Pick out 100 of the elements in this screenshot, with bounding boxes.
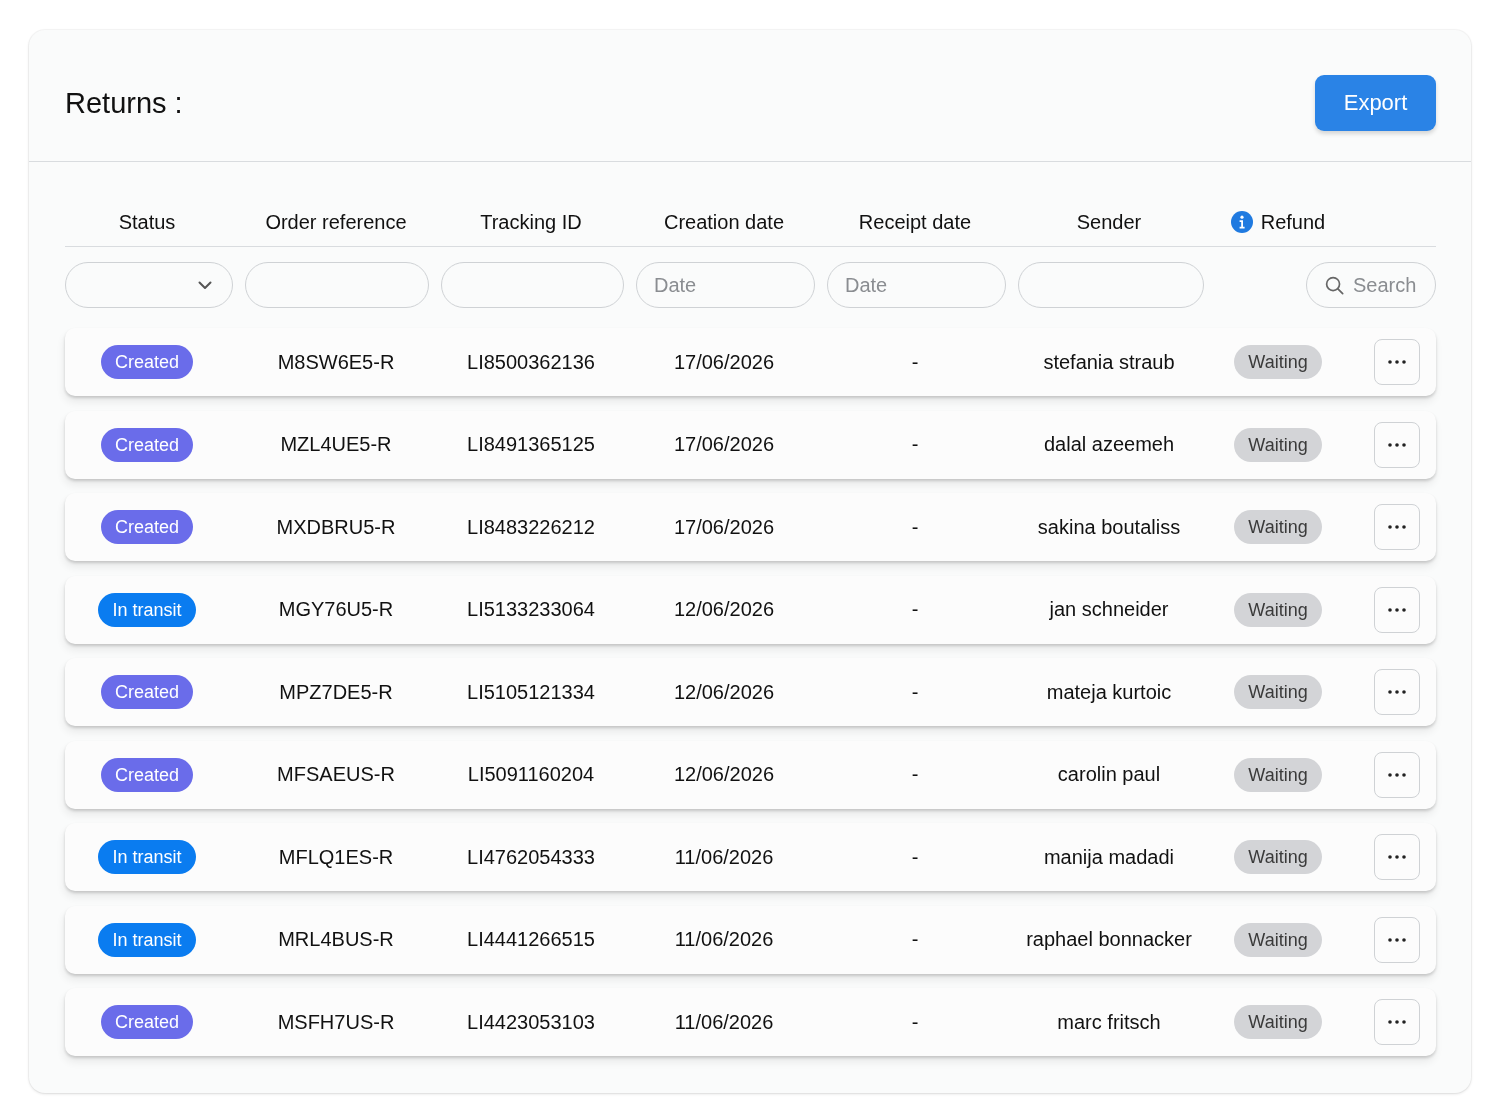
refund-badge: Waiting [1234,840,1322,874]
status-badge: Created [100,345,193,379]
tracking-id: LI4423053103 [467,1010,595,1034]
creation-date: 12/06/2026 [673,763,775,786]
receipt-date: - [911,598,919,621]
refund-badge: Waiting [1234,922,1322,957]
column-header: Status [118,210,176,234]
more-actions-button[interactable] [1374,339,1420,385]
search-icon [1325,276,1344,295]
order-reference: MXDBRU5-R [276,515,396,539]
order-reference: M8SW6E5-R [277,350,395,374]
tracking-id: LI8483226212 [467,515,595,539]
sender-name: mateja kurtoic [1046,680,1172,704]
order-reference: MFLQ1ES-R [278,845,394,869]
refund-badge: Waiting [1234,510,1322,544]
chevron-down-icon [198,280,212,290]
ellipsis-icon [1388,360,1406,364]
sender-name: sakina boutaliss [1037,515,1181,539]
tracking-id: LI8500362136 [467,350,595,374]
status-badge: Created [100,427,193,462]
info-icon[interactable] [1230,211,1253,233]
column-header: Order reference [265,210,407,234]
date-filter-input[interactable]: Date [827,262,1006,308]
sender-name: dalal azeemeh [1043,433,1175,456]
order-reference: MZL4UE5-R [280,433,392,456]
order-reference: MFSAEUS-R [277,763,395,786]
sender-name: manija madadi [1043,845,1175,869]
refund-badge: Waiting [1234,1005,1322,1039]
ellipsis-icon [1388,690,1406,694]
tracking-id: LI4441266515 [467,928,595,951]
sender-name: jan schneider [1049,598,1169,621]
column-header: Tracking ID [480,210,582,234]
tracking-id: LI4762054333 [467,845,595,869]
ellipsis-icon [1388,855,1406,859]
creation-date: 11/06/2026 [674,928,774,951]
creation-date: 17/06/2026 [673,515,775,539]
refund-badge: Waiting [1234,592,1322,627]
ellipsis-icon [1388,937,1406,942]
tracking-id: LI8491365125 [467,433,595,456]
search-field[interactable]: Search [1306,262,1436,308]
export-button[interactable]: Export [1315,75,1436,131]
more-actions-button[interactable] [1374,504,1420,550]
order-reference: MSFH7US-R [277,1010,395,1034]
refund-badge: Waiting [1234,345,1322,379]
creation-date: 11/06/2026 [674,1010,774,1034]
status-badge: In transit [98,922,196,957]
ellipsis-icon [1388,772,1406,777]
receipt-date: - [911,433,919,456]
more-actions-button[interactable] [1374,834,1420,880]
tracking-id: LI5105121334 [467,680,595,704]
order-reference: MPZ7DE5-R [279,680,393,704]
receipt-date: - [911,515,919,539]
refund-badge: Waiting [1234,757,1322,792]
sender-name: marc fritsch [1057,1010,1161,1034]
receipt-date: - [911,928,919,951]
receipt-date: - [911,680,919,704]
more-actions-button[interactable] [1374,916,1420,963]
refund-badge: Waiting [1234,675,1322,709]
creation-date: 17/06/2026 [673,433,775,456]
receipt-date: - [911,845,919,869]
tracking-id: LI5133233064 [467,598,595,621]
tracking-id: LI5091160204 [467,763,595,786]
status-badge: Created [100,675,193,709]
filter-input[interactable] [245,262,429,308]
page-title: Returns : [65,86,183,121]
creation-date: 12/06/2026 [673,598,775,621]
ellipsis-icon [1388,607,1406,612]
column-header: Receipt date [858,210,972,234]
ellipsis-icon [1388,525,1406,529]
date-filter-input[interactable]: Date [636,262,815,308]
column-header: Refund [1260,210,1326,234]
creation-date: 12/06/2026 [673,680,775,704]
sender-name: carolin paul [1057,763,1161,786]
refund-badge: Waiting [1234,427,1322,462]
status-filter-dropdown[interactable] [65,262,233,308]
creation-date: 11/06/2026 [674,845,774,869]
more-actions-button[interactable] [1374,421,1420,468]
sender-name: stefania straub [1043,350,1175,374]
filter-input[interactable] [1018,262,1204,308]
status-badge: In transit [98,840,196,874]
receipt-date: - [911,763,919,786]
order-reference: MGY76U5-R [278,598,394,621]
more-actions-button[interactable] [1374,586,1420,633]
ellipsis-icon [1388,442,1406,447]
more-actions-button[interactable] [1374,999,1420,1045]
column-header: Creation date [663,210,785,234]
filter-input[interactable] [441,262,624,308]
status-badge: Created [100,510,193,544]
status-badge: Created [100,1005,193,1039]
sender-name: raphael bonnacker [1026,928,1192,951]
more-actions-button[interactable] [1374,669,1420,715]
status-badge: In transit [98,592,196,627]
receipt-date: - [911,350,919,374]
column-header: Sender [1076,210,1142,234]
status-badge: Created [100,757,193,792]
creation-date: 17/06/2026 [673,350,775,374]
order-reference: MRL4BUS-R [278,928,394,951]
ellipsis-icon [1388,1020,1406,1024]
receipt-date: - [911,1010,919,1034]
more-actions-button[interactable] [1374,751,1420,798]
